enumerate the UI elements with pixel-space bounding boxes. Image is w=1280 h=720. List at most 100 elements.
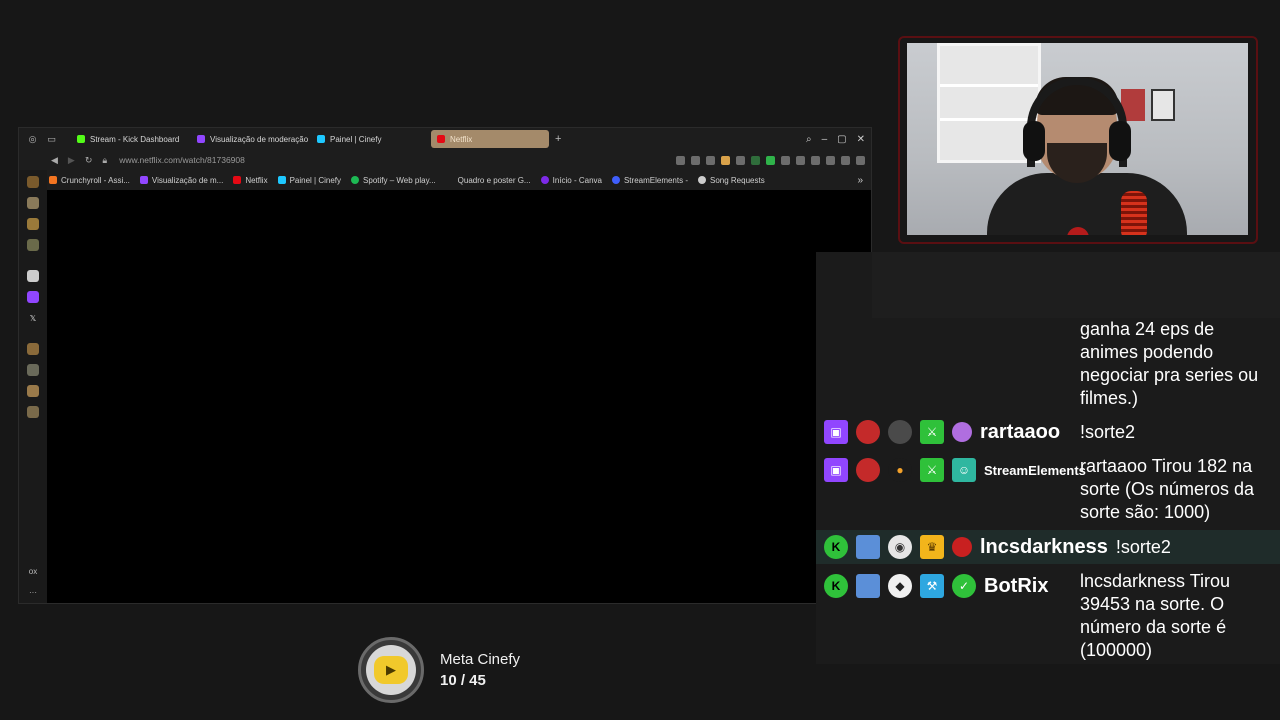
- extension-icon[interactable]: [751, 155, 760, 165]
- maximize-icon[interactable]: ▢: [837, 134, 846, 145]
- twitch-icon: [139, 176, 148, 184]
- close-icon[interactable]: ✕: [857, 134, 865, 145]
- kick-icon: [77, 135, 85, 143]
- sword-badge-icon: ⚔: [920, 420, 944, 444]
- bookmark-icon[interactable]: [676, 155, 685, 165]
- screenshot-icon[interactable]: [691, 155, 700, 165]
- sidebar-toggle-icon[interactable]: [856, 155, 865, 165]
- sword-badge-icon: ⚔: [920, 458, 944, 482]
- avatar: [856, 535, 880, 559]
- goal-count: 10 / 45: [440, 672, 486, 689]
- settings-icon[interactable]: [27, 406, 39, 418]
- bot-avatar-icon: ◆: [888, 574, 912, 598]
- sidebar-app-icon[interactable]: [27, 270, 39, 282]
- goal-progress-ring: ▶: [358, 637, 424, 703]
- search-tabs-icon[interactable]: ⌕: [806, 134, 812, 145]
- avatar: [856, 574, 880, 598]
- tab-moderation[interactable]: Visualização de moderação: [191, 130, 309, 148]
- extension-icon[interactable]: [796, 155, 805, 165]
- extension-icon[interactable]: [826, 155, 835, 165]
- cinefy-icon: [277, 176, 286, 184]
- chat-message-text: !sorte2: [1115, 536, 1171, 557]
- sidebar-app-icon[interactable]: [27, 385, 39, 397]
- browser-sidebar: 𝕏 ox ···: [19, 170, 47, 603]
- bookmark-netflix[interactable]: Netflix: [233, 176, 268, 185]
- bookmarks-bar: Crunchyroll - Assi... Visualização de m.…: [19, 170, 871, 190]
- goal-widget: ▶ Meta Cinefy 10 / 45: [358, 637, 520, 703]
- sidebar-ox-label[interactable]: ox: [29, 567, 37, 576]
- chat-message-text: rartaaoo Tirou 182 na sorte (Os números …: [1080, 456, 1255, 522]
- tab-bar: ◎ ▭ Stream - Kick Dashboard Visualização…: [19, 128, 871, 150]
- shield-icon[interactable]: [721, 155, 730, 165]
- avatar: [856, 458, 880, 482]
- new-tab-button[interactable]: +: [555, 133, 561, 145]
- extension-icon[interactable]: [766, 155, 775, 165]
- play-icon[interactable]: [706, 155, 715, 165]
- extension-icon[interactable]: [841, 155, 850, 165]
- microphone: [1121, 191, 1147, 235]
- address-bar: ◀ ▶ ↻ 🔒︎ www.netflix.com/watch/81736908: [19, 150, 871, 170]
- spotify-icon: [351, 176, 360, 184]
- webcam-feed: [907, 43, 1248, 235]
- video-player[interactable]: [47, 190, 871, 603]
- bookmark-spotify[interactable]: Spotify – Web play...: [351, 176, 436, 185]
- chat-message-highlighted: K ◉ ♛ lncsdarkness !sorte2: [816, 530, 1280, 564]
- avatar: [952, 537, 972, 557]
- chat-message-text: !sorte2: [1080, 422, 1136, 442]
- sidebar-app-icon[interactable]: [27, 218, 39, 230]
- extensions-toolbar: [676, 155, 871, 165]
- wall-poster: [1151, 89, 1175, 121]
- kick-icon: K: [824, 535, 848, 559]
- chat-username[interactable]: BotRix: [984, 575, 1048, 598]
- bookmark-cinefy[interactable]: Painel | Cinefy: [277, 176, 341, 185]
- bookmark-moderation[interactable]: Visualização de m...: [139, 176, 223, 185]
- bookmark-streamelements[interactable]: StreamElements -: [611, 176, 688, 185]
- sidebar-more-icon[interactable]: ···: [29, 588, 37, 597]
- bookmark-song-requests[interactable]: Song Requests: [698, 176, 765, 185]
- lock-icon: 🔒︎: [102, 154, 108, 165]
- kick-icon: K: [824, 574, 848, 598]
- bookmark-quadro[interactable]: Quadro e poster G...: [458, 176, 531, 185]
- chat-message-text: lncsdarkness Tirou 39453 na sorte. O núm…: [1080, 571, 1231, 660]
- sidebar-app-icon[interactable]: [27, 197, 39, 209]
- browser-window: ◎ ▭ Stream - Kick Dashboard Visualização…: [18, 127, 872, 604]
- twitch-icon: ▣: [824, 420, 848, 444]
- canva-icon: [540, 176, 549, 184]
- sidebar-app-icon[interactable]: [27, 343, 39, 355]
- bookmark-canva[interactable]: Início - Canva: [540, 176, 602, 185]
- tab-cinefy[interactable]: Painel | Cinefy: [311, 130, 429, 148]
- heart-icon[interactable]: [736, 155, 745, 165]
- bookmark-crunchyroll[interactable]: Crunchyroll - Assi...: [49, 176, 130, 185]
- chat-username[interactable]: rartaaoo: [980, 421, 1060, 444]
- user-icon: ◉: [888, 535, 912, 559]
- twitch-icon: [197, 135, 205, 143]
- twitch-icon[interactable]: [27, 291, 39, 303]
- moderator-badge-icon: ⚒: [920, 574, 944, 598]
- sidebar-app-icon[interactable]: [27, 239, 39, 251]
- x-icon[interactable]: 𝕏: [27, 312, 39, 324]
- sidebar-app-icon[interactable]: [27, 176, 39, 188]
- minimize-icon[interactable]: –: [822, 134, 828, 145]
- workspaces-icon[interactable]: ▭: [46, 134, 57, 145]
- forward-icon[interactable]: ▶: [68, 155, 75, 166]
- extension-icon[interactable]: [781, 155, 790, 165]
- avatar: [856, 420, 880, 444]
- extension-icon[interactable]: [811, 155, 820, 165]
- verified-badge-icon: ✓: [952, 574, 976, 598]
- chat-message: ▣ ● ⚔ ☺ StreamElements: [816, 453, 1086, 487]
- broadcaster-badge-icon: ●: [888, 458, 912, 482]
- twitch-icon: ▣: [824, 458, 848, 482]
- back-icon[interactable]: ◀: [51, 155, 58, 166]
- tab-kick-dashboard[interactable]: Stream - Kick Dashboard: [71, 130, 189, 148]
- chat-message: ▣ ⚔ rartaaoo: [816, 415, 1060, 449]
- more-bookmarks-button[interactable]: »: [857, 175, 863, 186]
- goal-title: Meta Cinefy: [440, 651, 521, 668]
- clock-icon[interactable]: [27, 364, 39, 376]
- chat-username[interactable]: lncsdarkness: [980, 536, 1108, 559]
- netflix-icon: [233, 176, 242, 184]
- chat-username[interactable]: StreamElements: [984, 463, 1086, 478]
- tab-netflix[interactable]: Netflix: [431, 130, 549, 148]
- reload-icon[interactable]: ↻: [85, 155, 93, 166]
- url-input[interactable]: www.netflix.com/watch/81736908: [119, 155, 245, 165]
- browser-logo-icon[interactable]: ◎: [27, 134, 38, 145]
